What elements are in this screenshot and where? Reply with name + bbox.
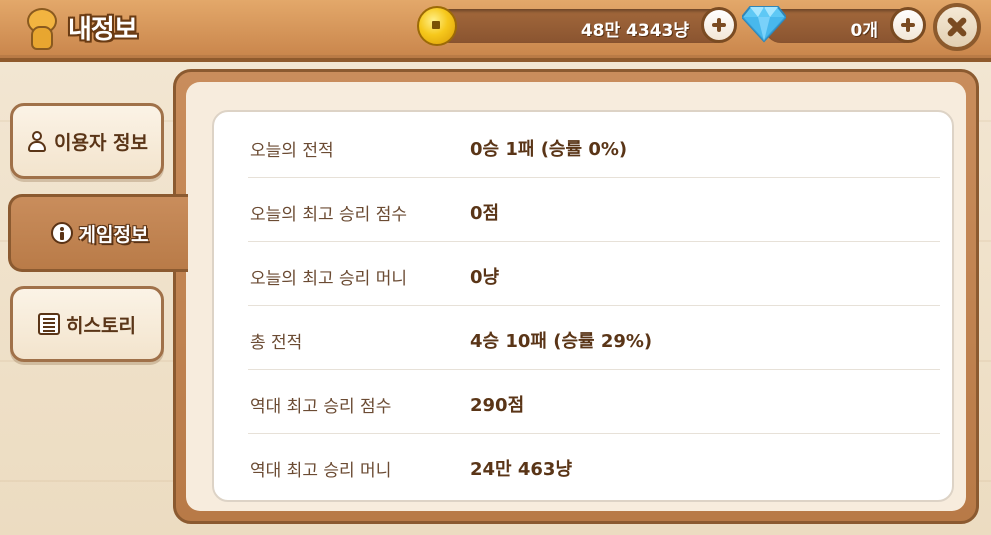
top-bar: 내정보 48만 4343냥 0개 [0, 0, 991, 62]
stat-row: 총 전적 4승 10패 (승률 29%) [248, 308, 940, 370]
add-gem-button[interactable] [890, 7, 926, 43]
close-button[interactable] [933, 3, 981, 51]
stat-row: 오늘의 최고 승리 머니 0냥 [248, 244, 940, 306]
stat-row: 오늘의 전적 0승 1패 (승률 0%) [248, 116, 940, 178]
add-gold-button[interactable] [701, 7, 737, 43]
tab-user-info-label: 이용자 정보 [53, 131, 148, 154]
gold-amount: 48만 4343냥 [580, 21, 689, 41]
stat-value: 0냥 [470, 267, 500, 288]
stat-row: 역대 최고 승리 머니 24만 463냥 [248, 436, 940, 498]
tab-user-info[interactable]: 이용자 정보 [10, 103, 164, 179]
panel-inner: 오늘의 전적 0승 1패 (승률 0%) 오늘의 최고 승리 점수 0점 오늘의… [186, 82, 966, 511]
stat-value: 0승 1패 (승률 0%) [470, 139, 628, 160]
stat-value: 4승 10패 (승률 29%) [470, 331, 653, 352]
stat-row: 역대 최고 승리 점수 290점 [248, 372, 940, 434]
stat-label: 역대 최고 승리 머니 [250, 461, 392, 481]
stat-label: 오늘의 전적 [250, 141, 334, 161]
tab-history[interactable]: 히스토리 [10, 286, 164, 362]
stat-row: 오늘의 최고 승리 점수 0점 [248, 180, 940, 242]
gem-currency-display: 0개 [742, 6, 926, 43]
page-title: 내정보 [68, 14, 138, 45]
gold-currency-display: 48만 4343냥 [417, 6, 737, 46]
tab-history-label: 히스토리 [66, 314, 136, 337]
stat-value: 0점 [470, 203, 500, 224]
user-icon [26, 130, 48, 152]
stat-label: 오늘의 최고 승리 머니 [250, 269, 407, 289]
stat-value: 24만 463냥 [470, 459, 573, 480]
diamond-icon [742, 6, 786, 43]
main-panel: 오늘의 전적 0승 1패 (승률 0%) 오늘의 최고 승리 점수 0점 오늘의… [173, 69, 979, 524]
stat-value: 290점 [470, 395, 525, 416]
mascot-icon [22, 6, 58, 50]
info-icon [50, 222, 73, 244]
game-stats-card: 오늘의 전적 0승 1패 (승률 0%) 오늘의 최고 승리 점수 0점 오늘의… [212, 110, 954, 502]
tab-game-info-label: 게임정보 [78, 223, 149, 246]
coin-icon [417, 6, 457, 46]
stat-label: 역대 최고 승리 점수 [250, 397, 392, 417]
stat-label: 총 전적 [250, 333, 303, 353]
stat-label: 오늘의 최고 승리 점수 [250, 205, 407, 225]
header-title-group: 내정보 [22, 6, 138, 50]
list-icon [38, 313, 61, 335]
tab-game-info[interactable]: 게임정보 [8, 194, 188, 272]
gem-amount: 0개 [850, 21, 878, 41]
